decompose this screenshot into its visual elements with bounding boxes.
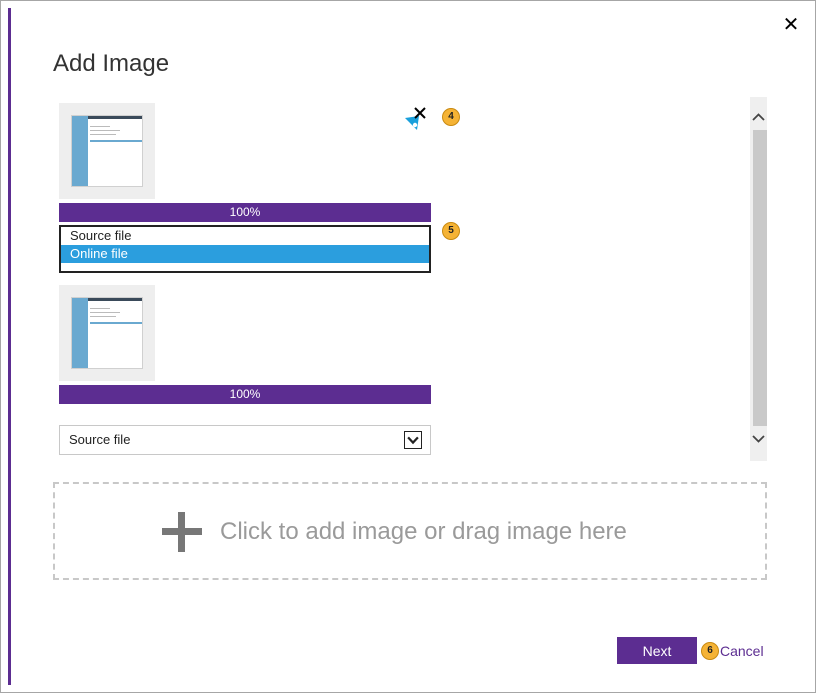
image-drop-zone[interactable]: Click to add image or drag image here (53, 482, 767, 580)
step-badge-5: 5 (442, 222, 460, 240)
close-button[interactable]: ✕ (781, 15, 801, 35)
image-thumbnail (59, 103, 155, 199)
source-type-dropdown-open[interactable]: Source file Online file (59, 225, 431, 273)
accent-edge (8, 8, 11, 685)
option-online-file[interactable]: Online file (61, 245, 429, 263)
chevron-up-icon[interactable] (752, 111, 765, 124)
plus-icon (162, 512, 202, 552)
dialog-title: Add Image (53, 50, 170, 77)
select-value: Source file (69, 432, 131, 447)
chevron-down-icon[interactable] (404, 431, 422, 449)
scrollbar-thumb[interactable] (753, 130, 767, 426)
drop-zone-text: Click to add image or drag image here (220, 518, 627, 545)
cancel-link[interactable]: Cancel (720, 643, 764, 659)
step-badge-4: 4 (442, 108, 460, 126)
step-badge-6: 6 (701, 642, 719, 660)
next-button[interactable]: Next (617, 637, 697, 664)
option-source-file[interactable]: Source file (61, 227, 429, 245)
source-type-select[interactable]: Source file (59, 425, 431, 455)
image-list: 4 100% Source file Online file 5 100% So… (53, 97, 767, 461)
image-thumbnail (59, 285, 155, 381)
upload-progress-bar: 100% (59, 385, 431, 404)
scrollbar[interactable] (750, 97, 767, 461)
remove-image-icon[interactable] (403, 104, 427, 130)
chevron-down-icon[interactable] (752, 432, 765, 445)
upload-progress-bar: 100% (59, 203, 431, 222)
